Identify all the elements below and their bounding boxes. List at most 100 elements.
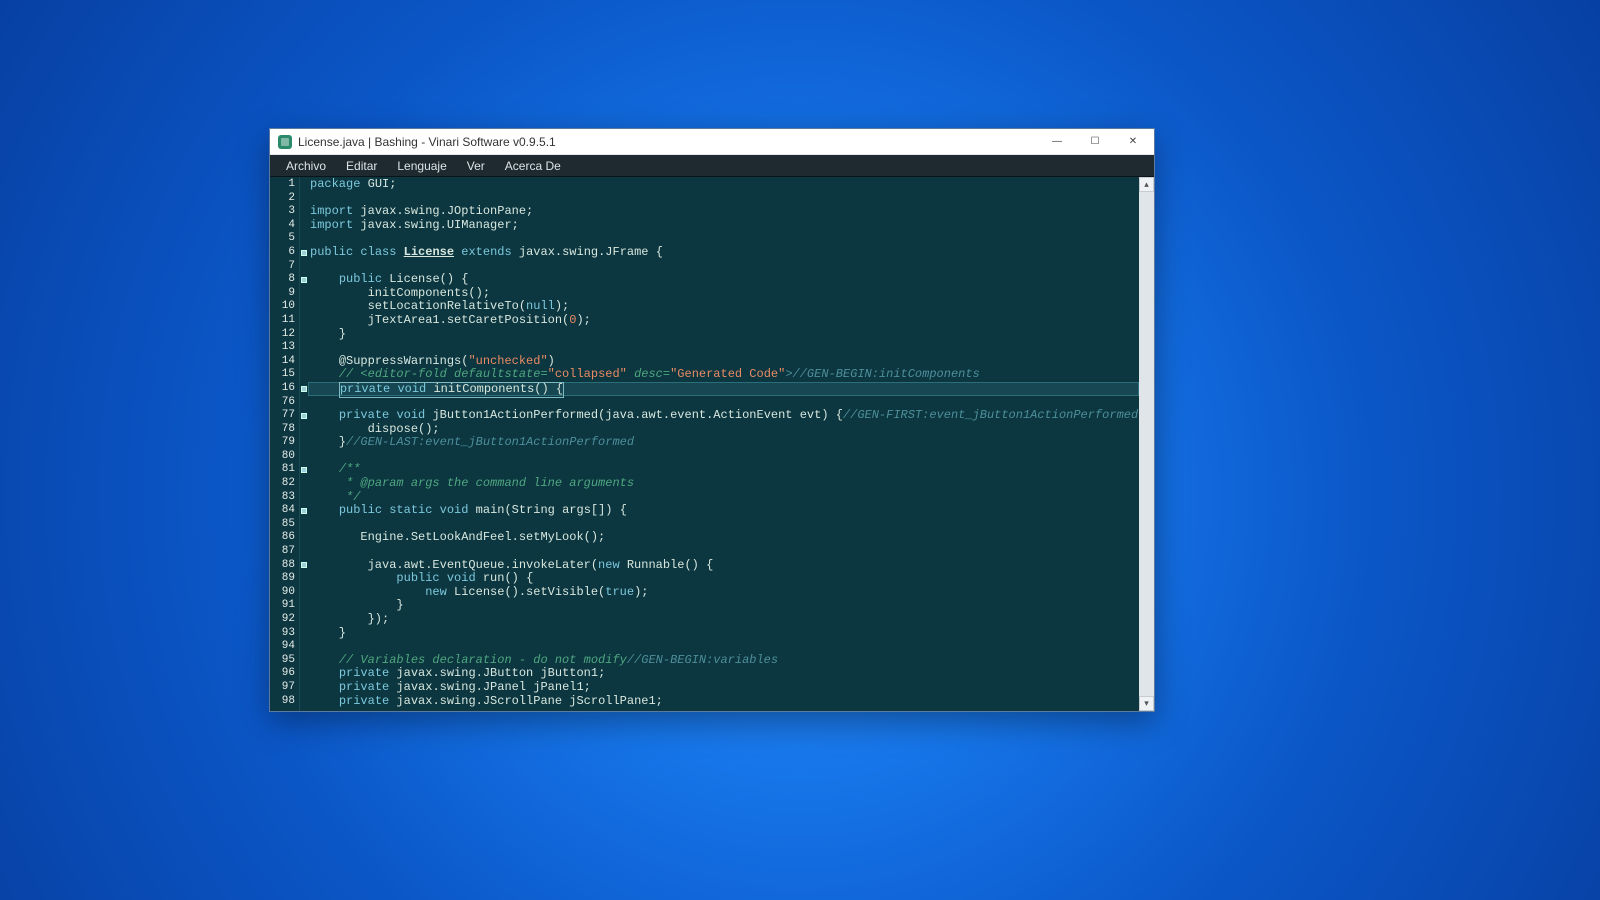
fold-cell[interactable] bbox=[300, 463, 308, 477]
line-number[interactable]: 97 bbox=[270, 681, 299, 695]
menu-lenguaje[interactable]: Lenguaje bbox=[387, 157, 456, 175]
code-line[interactable] bbox=[308, 545, 1139, 559]
code-line[interactable]: * @param args the command line arguments bbox=[308, 477, 1139, 491]
fold-toggle-icon[interactable] bbox=[301, 413, 307, 419]
code-line[interactable]: } bbox=[308, 627, 1139, 641]
code-line[interactable]: */ bbox=[308, 491, 1139, 505]
menu-editar[interactable]: Editar bbox=[336, 157, 387, 175]
code-line[interactable]: // Variables declaration - do not modify… bbox=[308, 654, 1139, 668]
fold-toggle-icon[interactable] bbox=[301, 250, 307, 256]
line-number[interactable]: 90 bbox=[270, 586, 299, 600]
menu-ver[interactable]: Ver bbox=[457, 157, 495, 175]
line-number[interactable]: 81 bbox=[270, 463, 299, 477]
title-bar[interactable]: License.java | Bashing - Vinari Software… bbox=[270, 129, 1154, 155]
code-line[interactable]: public static void main(String args[]) { bbox=[308, 504, 1139, 518]
code-line[interactable]: import javax.swing.JOptionPane; bbox=[308, 205, 1139, 219]
code-line[interactable]: // <editor-fold defaultstate="collapsed"… bbox=[308, 368, 1139, 382]
line-number[interactable]: 76 bbox=[270, 396, 299, 410]
code-line[interactable]: public void run() { bbox=[308, 572, 1139, 586]
line-number[interactable]: 84 bbox=[270, 504, 299, 518]
code-line[interactable]: private javax.swing.JScrollPane jScrollP… bbox=[308, 695, 1139, 709]
line-number[interactable]: 16 bbox=[270, 382, 299, 396]
fold-toggle-icon[interactable] bbox=[301, 386, 307, 392]
line-number[interactable]: 88 bbox=[270, 559, 299, 573]
fold-toggle-icon[interactable] bbox=[301, 277, 307, 283]
fold-toggle-icon[interactable] bbox=[301, 562, 307, 568]
code-line[interactable]: public class License extends javax.swing… bbox=[308, 246, 1139, 260]
code-line[interactable]: dispose(); bbox=[308, 423, 1139, 437]
code-line[interactable]: } bbox=[308, 599, 1139, 613]
code-line[interactable]: private javax.swing.JButton jButton1; bbox=[308, 667, 1139, 681]
line-number[interactable]: 2 bbox=[270, 192, 299, 206]
line-number[interactable]: 89 bbox=[270, 572, 299, 586]
line-number[interactable]: 83 bbox=[270, 491, 299, 505]
fold-cell[interactable] bbox=[300, 273, 308, 287]
line-number[interactable]: 91 bbox=[270, 599, 299, 613]
code-line[interactable]: java.awt.EventQueue.invokeLater(new Runn… bbox=[308, 559, 1139, 573]
code-line[interactable]: private javax.swing.JPanel jPanel1; bbox=[308, 681, 1139, 695]
code-line[interactable]: @SuppressWarnings("unchecked") bbox=[308, 355, 1139, 369]
line-number[interactable]: 5 bbox=[270, 232, 299, 246]
line-number[interactable]: 87 bbox=[270, 545, 299, 559]
code-line[interactable]: import javax.swing.UIManager; bbox=[308, 219, 1139, 233]
close-button[interactable]: ✕ bbox=[1114, 130, 1152, 154]
line-number[interactable]: 15 bbox=[270, 368, 299, 382]
code-line[interactable]: }); bbox=[308, 613, 1139, 627]
line-number[interactable]: 8 bbox=[270, 273, 299, 287]
fold-toggle-icon[interactable] bbox=[301, 508, 307, 514]
code-line[interactable]: initComponents(); bbox=[308, 287, 1139, 301]
code-line[interactable]: public License() { bbox=[308, 273, 1139, 287]
fold-column[interactable] bbox=[300, 177, 308, 711]
fold-toggle-icon[interactable] bbox=[301, 467, 307, 473]
line-number[interactable]: 6 bbox=[270, 246, 299, 260]
line-number[interactable]: 3 bbox=[270, 205, 299, 219]
line-number-gutter[interactable]: 1234567891011121314151676777879808182838… bbox=[270, 177, 300, 711]
line-number[interactable]: 12 bbox=[270, 328, 299, 342]
code-line[interactable] bbox=[308, 232, 1139, 246]
code-area[interactable]: package GUI; import javax.swing.JOptionPa… bbox=[308, 177, 1139, 711]
code-line[interactable]: }//GEN-LAST:event_jButton1ActionPerforme… bbox=[308, 436, 1139, 450]
line-number[interactable]: 79 bbox=[270, 436, 299, 450]
code-line[interactable] bbox=[308, 450, 1139, 464]
fold-cell[interactable] bbox=[300, 504, 308, 518]
line-number[interactable]: 86 bbox=[270, 531, 299, 545]
code-line[interactable]: private void jButton1ActionPerformed(jav… bbox=[308, 409, 1139, 423]
line-number[interactable]: 85 bbox=[270, 518, 299, 532]
line-number[interactable]: 93 bbox=[270, 627, 299, 641]
line-number[interactable]: 94 bbox=[270, 640, 299, 654]
line-number[interactable]: 7 bbox=[270, 260, 299, 274]
code-line[interactable]: setLocationRelativeTo(null); bbox=[308, 300, 1139, 314]
scroll-down-icon[interactable]: ▾ bbox=[1139, 696, 1154, 711]
line-number[interactable]: 98 bbox=[270, 695, 299, 709]
minimize-button[interactable]: — bbox=[1038, 130, 1076, 154]
line-number[interactable]: 78 bbox=[270, 423, 299, 437]
code-line[interactable] bbox=[308, 396, 1139, 410]
menu-acerca[interactable]: Acerca De bbox=[495, 157, 571, 175]
code-line[interactable] bbox=[308, 260, 1139, 274]
line-number[interactable]: 82 bbox=[270, 477, 299, 491]
line-number[interactable]: 92 bbox=[270, 613, 299, 627]
code-line[interactable] bbox=[308, 640, 1139, 654]
scroll-up-icon[interactable]: ▴ bbox=[1139, 177, 1154, 192]
menu-archivo[interactable]: Archivo bbox=[276, 157, 336, 175]
code-line[interactable]: jTextArea1.setCaretPosition(0); bbox=[308, 314, 1139, 328]
code-line[interactable] bbox=[308, 518, 1139, 532]
code-line[interactable]: /** bbox=[308, 463, 1139, 477]
line-number[interactable]: 13 bbox=[270, 341, 299, 355]
line-number[interactable]: 11 bbox=[270, 314, 299, 328]
fold-cell[interactable] bbox=[300, 409, 308, 423]
code-line[interactable]: package GUI; bbox=[308, 178, 1139, 192]
line-number[interactable]: 96 bbox=[270, 667, 299, 681]
code-line[interactable] bbox=[308, 341, 1139, 355]
code-line[interactable]: } bbox=[308, 328, 1139, 342]
fold-cell[interactable] bbox=[300, 559, 308, 573]
maximize-button[interactable]: ☐ bbox=[1076, 130, 1114, 154]
line-number[interactable]: 95 bbox=[270, 654, 299, 668]
fold-cell[interactable] bbox=[300, 382, 308, 396]
line-number[interactable]: 80 bbox=[270, 450, 299, 464]
line-number[interactable]: 77 bbox=[270, 409, 299, 423]
code-line[interactable]: private void initComponents() { bbox=[308, 382, 1139, 396]
code-line[interactable]: new License().setVisible(true); bbox=[308, 586, 1139, 600]
vertical-scrollbar[interactable]: ▴ ▾ bbox=[1139, 177, 1154, 711]
line-number[interactable]: 10 bbox=[270, 300, 299, 314]
